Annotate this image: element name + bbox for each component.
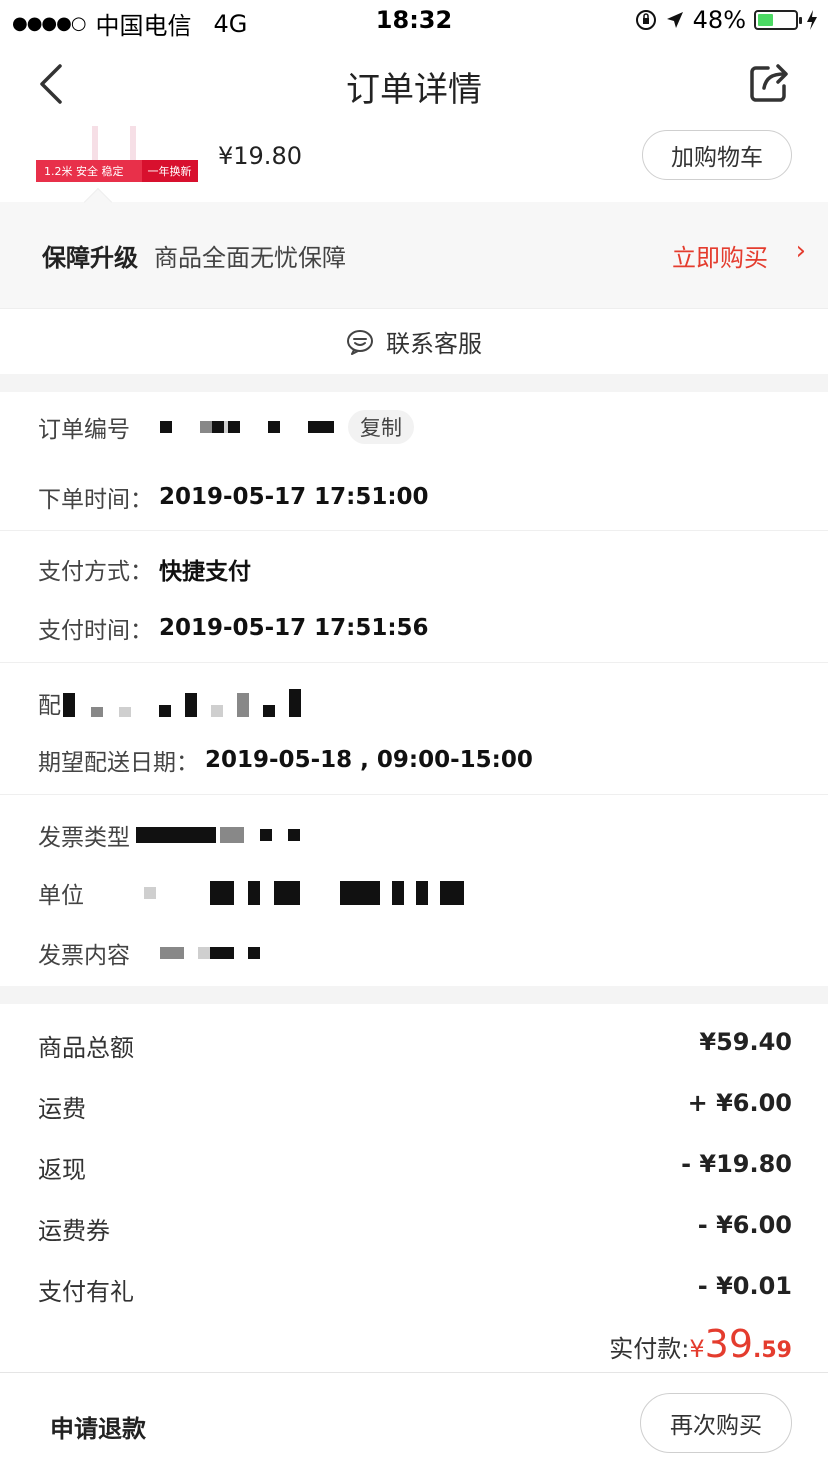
image-accent-right <box>130 126 136 160</box>
company-row: 单位 <box>38 876 464 910</box>
pay-time-row: 支付时间： 2019-05-17 17:51:56 <box>38 611 429 645</box>
amount-row-shipping-coupon: 运费券 - ¥6.00 <box>38 1211 792 1246</box>
invoice-type-label: 发票类型 <box>38 825 130 851</box>
image-tag-left: 1.2米 安全 稳定 <box>44 165 124 178</box>
section-gap <box>0 986 828 1004</box>
guarantee-title: 保障升级 <box>42 244 138 272</box>
request-refund-link[interactable]: 申请退款 <box>50 1409 146 1444</box>
delivery-row: 配 <box>38 686 301 720</box>
delivery-redacted <box>63 689 301 717</box>
amount-value: + ¥6.00 <box>687 1089 792 1117</box>
battery-percent: 48% <box>692 6 746 34</box>
expected-date-value: 2019-05-18 , 09:00-15:00 <box>205 747 533 773</box>
order-number-label: 订单编号 <box>38 417 130 443</box>
pay-time-value: 2019-05-17 17:51:56 <box>159 615 429 641</box>
invoice-type-row: 发票类型 <box>38 818 300 852</box>
product-price: ¥19.80 <box>218 142 302 170</box>
image-banner: 1.2米 安全 稳定 一年换新 <box>36 160 198 182</box>
contact-service-label: 联系客服 <box>386 330 482 358</box>
orientation-lock-icon <box>635 10 656 30</box>
expected-date-label: 期望配送日期： <box>38 750 199 776</box>
amount-label: 支付有礼 <box>38 1278 134 1306</box>
location-arrow-icon <box>666 12 683 28</box>
product-strip: 1.2米 安全 稳定 一年换新 ¥19.80 加购物车 <box>0 126 828 202</box>
guarantee-banner[interactable]: 保障升级 商品全面无忧保障 立即购买 › <box>0 187 828 308</box>
pay-method-value: 快捷支付 <box>159 559 251 585</box>
order-number-row: 订单编号 复制 <box>38 410 414 444</box>
share-icon[interactable] <box>746 60 792 106</box>
battery-icon <box>754 10 802 30</box>
status-bar: ●●●●○ 中国电信 4G 18:32 48% <box>0 0 828 42</box>
customer-service-icon <box>347 329 373 355</box>
company-redacted <box>144 881 464 905</box>
copy-order-number-button[interactable]: 复制 <box>348 410 414 444</box>
divider <box>0 794 828 795</box>
amount-label: 运费 <box>38 1095 86 1123</box>
amount-label: 运费券 <box>38 1217 110 1245</box>
page-title: 订单详情 <box>346 70 482 110</box>
image-tag-right: 一年换新 <box>141 160 198 182</box>
amount-row-subtotal: 商品总额 ¥59.40 <box>38 1028 792 1063</box>
section-gap <box>0 374 828 392</box>
battery-fill <box>758 14 774 26</box>
amount-label: 商品总额 <box>38 1034 134 1062</box>
total-currency: ¥ <box>689 1335 705 1363</box>
amount-value: - ¥6.00 <box>697 1211 792 1239</box>
divider <box>0 662 828 663</box>
divider <box>0 530 828 531</box>
guarantee-buy-link[interactable]: 立即购买 <box>672 238 768 273</box>
chevron-right-icon[interactable]: › <box>796 236 806 266</box>
amount-label: 返现 <box>38 1156 86 1184</box>
guarantee-description: 商品全面无忧保障 <box>154 244 346 272</box>
nav-bar: 订单详情 <box>0 42 828 126</box>
total-decimal: .59 <box>753 1338 792 1363</box>
charging-bolt-icon <box>807 10 817 30</box>
invoice-content-redacted <box>160 947 260 959</box>
expected-date-row: 期望配送日期： 2019-05-18 , 09:00-15:00 <box>38 743 533 777</box>
contact-service-button[interactable]: 联系客服 <box>0 308 828 374</box>
total-paid: 实付款: ¥ 39 .59 <box>609 1322 792 1366</box>
delivery-label: 配 <box>38 693 61 719</box>
invoice-content-label: 发票内容 <box>38 943 130 969</box>
total-integer: 39 <box>704 1322 754 1366</box>
pay-method-label: 支付方式： <box>38 559 153 585</box>
amount-value: - ¥19.80 <box>681 1150 792 1178</box>
bottom-action-bar: 申请退款 再次购买 <box>0 1372 828 1472</box>
buy-again-button[interactable]: 再次购买 <box>640 1393 792 1453</box>
amount-value: - ¥0.01 <box>697 1272 792 1300</box>
amount-row-shipping: 运费 + ¥6.00 <box>38 1089 792 1124</box>
invoice-type-redacted <box>136 827 300 843</box>
invoice-content-row: 发票内容 <box>38 936 260 970</box>
pay-time-label: 支付时间： <box>38 618 153 644</box>
order-time-label: 下单时间： <box>38 487 153 513</box>
amount-value: ¥59.40 <box>699 1028 792 1056</box>
company-label: 单位 <box>38 883 84 909</box>
status-right: 48% <box>635 6 818 34</box>
order-number-redacted <box>160 421 334 433</box>
order-time-row: 下单时间： 2019-05-17 17:51:00 <box>38 480 429 514</box>
amount-row-payment-gift: 支付有礼 - ¥0.01 <box>38 1272 792 1307</box>
order-time-value: 2019-05-17 17:51:00 <box>159 484 429 510</box>
amount-row-cashback: 返现 - ¥19.80 <box>38 1150 792 1185</box>
pay-method-row: 支付方式： 快捷支付 <box>38 552 251 586</box>
image-accent-left <box>92 126 98 160</box>
add-to-cart-button[interactable]: 加购物车 <box>642 130 792 180</box>
total-label: 实付款: <box>609 1335 690 1363</box>
product-image[interactable]: 1.2米 安全 稳定 一年换新 <box>36 126 198 182</box>
